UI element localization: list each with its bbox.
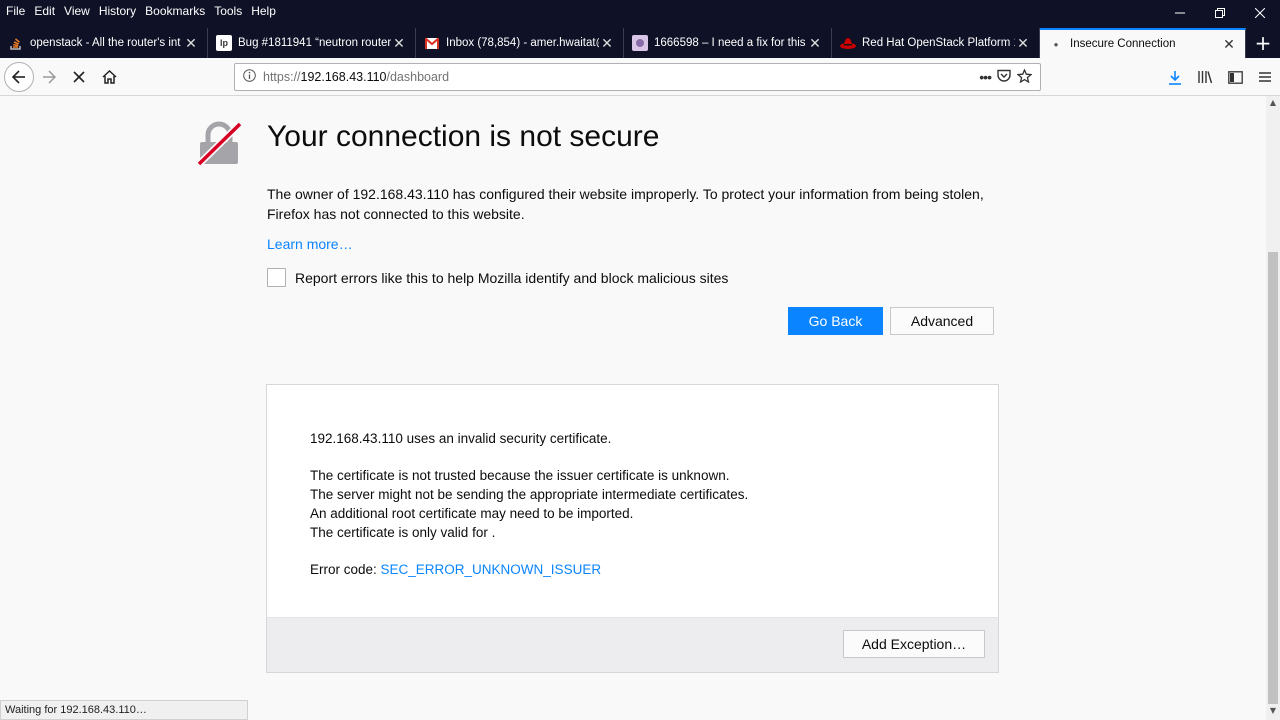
redhat-icon: [840, 35, 856, 51]
tab-openstack[interactable]: openstack - All the router's int ✕: [0, 28, 208, 58]
error-code-row: Error code: SEC_ERROR_UNKNOWN_ISSUER: [310, 560, 748, 579]
tab-close-icon[interactable]: ✕: [599, 35, 615, 52]
url-host: 192.168.43.110: [300, 70, 387, 84]
window-controls: [1160, 0, 1280, 26]
report-errors-checkbox[interactable]: [267, 268, 286, 287]
learn-more-link[interactable]: Learn more…: [267, 236, 353, 252]
menu-bookmarks[interactable]: Bookmarks: [145, 4, 205, 18]
tab-close-icon[interactable]: ✕: [391, 35, 407, 52]
tab-label: openstack - All the router's int: [30, 37, 181, 49]
page-title: Your connection is not secure: [267, 120, 660, 153]
menu-file[interactable]: File: [6, 4, 25, 18]
pocket-icon[interactable]: [997, 69, 1011, 85]
error-code-label: Error code:: [310, 562, 381, 577]
new-tab-icon[interactable]: +: [1248, 28, 1278, 58]
stop-icon[interactable]: [64, 62, 94, 92]
sidebar-icon[interactable]: [1220, 62, 1250, 92]
cert-summary: 192.168.43.110 uses an invalid security …: [310, 431, 612, 446]
tab-label: Insecure Connection: [1070, 38, 1176, 50]
error-code-link[interactable]: SEC_ERROR_UNKNOWN_ISSUER: [381, 562, 602, 577]
bookmark-star-icon[interactable]: [1016, 67, 1033, 86]
cert-detail-3: An additional root certificate may need …: [310, 506, 634, 521]
scroll-up-arrow-icon[interactable]: ▲: [1266, 98, 1280, 110]
url-actions: •••: [979, 67, 1040, 86]
navigation-bar: https://192.168.43.110/dashboard •••: [0, 58, 1280, 96]
vertical-scrollbar[interactable]: ▲ ▼: [1266, 96, 1280, 720]
minimize-icon[interactable]: [1160, 0, 1200, 26]
tab-close-icon[interactable]: ✕: [183, 35, 199, 52]
scroll-down-arrow-icon[interactable]: ▼: [1266, 706, 1280, 718]
tab-launchpad-bug[interactable]: lp Bug #1811941 “neutron router ✕: [208, 28, 416, 58]
info-icon[interactable]: [235, 69, 263, 85]
dot-icon: ●: [1053, 39, 1059, 49]
report-errors-label[interactable]: Report errors like this to help Mozilla …: [295, 270, 728, 286]
hamburger-menu-icon[interactable]: [1250, 62, 1280, 92]
advanced-panel: 192.168.43.110 uses an invalid security …: [266, 384, 999, 673]
menu-view[interactable]: View: [64, 4, 90, 18]
page-actions-icon[interactable]: •••: [979, 69, 992, 85]
tab-strip: openstack - All the router's int ✕ lp Bu…: [0, 28, 1280, 58]
cert-detail-2: The server might not be sending the appr…: [310, 487, 749, 502]
advanced-button[interactable]: Advanced: [890, 307, 994, 335]
forward-arrow-icon[interactable]: [34, 62, 64, 92]
menu-bar: File Edit View History Bookmarks Tools H…: [0, 0, 285, 22]
cert-detail-1: The certificate is not trusted because t…: [310, 468, 730, 483]
advanced-panel-footer: Add Exception…: [267, 617, 998, 672]
gmail-icon: [424, 35, 440, 51]
tab-close-icon[interactable]: ✕: [1015, 35, 1031, 52]
launchpad-icon: lp: [216, 35, 232, 51]
scroll-thumb[interactable]: [1268, 252, 1278, 704]
tab-label: Red Hat OpenStack Platform 1: [862, 37, 1015, 49]
broken-lock-icon: [196, 120, 243, 167]
tab-redhat[interactable]: Red Hat OpenStack Platform 1 ✕: [832, 28, 1040, 58]
download-icon[interactable]: [1160, 62, 1190, 92]
url-bar[interactable]: https://192.168.43.110/dashboard •••: [234, 63, 1041, 91]
add-exception-button[interactable]: Add Exception…: [843, 630, 985, 658]
url-scheme: https://: [263, 70, 301, 84]
tab-close-icon[interactable]: ✕: [1221, 36, 1237, 53]
cert-detail-4: The certificate is only valid for .: [310, 525, 496, 540]
menu-edit[interactable]: Edit: [34, 4, 55, 18]
close-icon[interactable]: [1240, 0, 1280, 26]
error-page: Your connection is not secure The owner …: [0, 96, 1266, 700]
menu-help[interactable]: Help: [251, 4, 276, 18]
tab-label: Bug #1811941 “neutron router: [238, 37, 391, 49]
toolbar-right: [1160, 58, 1280, 96]
home-icon[interactable]: [94, 62, 124, 92]
title-bar: File Edit View History Bookmarks Tools H…: [0, 0, 1280, 58]
stackexchange-icon: [8, 35, 24, 51]
back-arrow-icon[interactable]: [4, 61, 34, 92]
tab-gmail[interactable]: Inbox (78,854) - amer.hwaitat@ ✕: [416, 28, 624, 58]
tab-label: Inbox (78,854) - amer.hwaitat@: [446, 37, 599, 49]
go-back-button[interactable]: Go Back: [788, 307, 883, 335]
tab-insecure-connection[interactable]: ● Insecure Connection ✕: [1040, 28, 1246, 58]
bugzilla-icon: [632, 35, 648, 51]
menu-history[interactable]: History: [99, 4, 136, 18]
url-path: /dashboard: [386, 70, 450, 84]
tab-label: 1666598 – I need a fix for this o: [654, 37, 807, 49]
restore-icon[interactable]: [1200, 0, 1240, 26]
url-text[interactable]: https://192.168.43.110/dashboard: [263, 70, 979, 84]
status-bar: Waiting for 192.168.43.110…: [0, 700, 248, 720]
tab-close-icon[interactable]: ✕: [807, 35, 823, 52]
tab-bugzilla[interactable]: 1666598 – I need a fix for this o ✕: [624, 28, 832, 58]
menu-tools[interactable]: Tools: [214, 4, 242, 18]
advanced-panel-body: 192.168.43.110 uses an invalid security …: [310, 429, 748, 579]
error-description: The owner of 192.168.43.110 has configur…: [267, 186, 984, 222]
library-icon[interactable]: [1190, 62, 1220, 92]
report-errors-row: Report errors like this to help Mozilla …: [267, 268, 728, 287]
